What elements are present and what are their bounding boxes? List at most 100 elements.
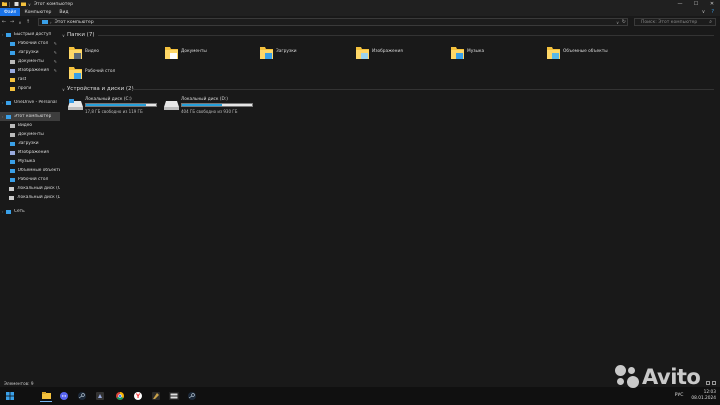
folder-tile[interactable]: Видео (68, 44, 148, 64)
drive-free-space: 17,8 ГБ свободно из 119 ГБ (85, 109, 143, 114)
windows-logo-icon (6, 392, 14, 400)
collapse-chevron-icon[interactable]: ∨ (62, 87, 65, 92)
sidebar-item[interactable]: Рабочий стол ✎ (0, 39, 60, 48)
up-icon[interactable]: ↑ (24, 18, 32, 26)
taskbar-diy[interactable] (168, 390, 180, 402)
drive-free-space: 404 ГБ свободно из 930 ГБ (181, 109, 238, 114)
sidebar-item[interactable]: › Сеть (0, 207, 60, 216)
folder-tile[interactable]: Изображения (355, 44, 435, 64)
sidebar-item[interactable]: Изображения ✎ (0, 66, 60, 75)
sidebar-item[interactable]: Видео (0, 121, 60, 130)
taskbar-discord[interactable] (58, 390, 70, 402)
taskbar-steam[interactable] (76, 390, 88, 402)
video-icon (10, 123, 15, 128)
address-bar[interactable]: › Этот компьютер ∨ ↻ (38, 18, 628, 26)
folder-label: Документы (181, 49, 207, 54)
refresh-icon[interactable]: ↻ (622, 19, 626, 25)
quick-access-toolbar-chevron-icon[interactable]: ∨ (28, 2, 31, 7)
sidebar-item-label: Документы (18, 132, 44, 137)
desktop-icon (10, 177, 15, 182)
status-bar: Элементов: 9 (0, 380, 720, 387)
sidebar-item[interactable]: Музыка (0, 157, 60, 166)
hard-drive-icon (68, 99, 83, 110)
sidebar-item[interactable]: Загрузки ✎ (0, 48, 60, 57)
drive-tile[interactable]: Локальный диск (D:) 404 ГБ свободно из 93… (164, 97, 256, 115)
diy-app-icon (169, 392, 179, 400)
breadcrumb-chevron-icon[interactable]: › (50, 20, 52, 25)
start-button[interactable] (4, 390, 16, 402)
sidebar-item[interactable]: Изображения (0, 148, 60, 157)
folder-tile[interactable]: Музыка (450, 44, 530, 64)
folder-tile[interactable]: Загрузки (259, 44, 339, 64)
minimize-button[interactable]: — (672, 0, 688, 8)
forward-icon[interactable]: → (8, 18, 16, 26)
tab-view[interactable]: Вид (55, 8, 72, 16)
new-folder-icon[interactable] (21, 2, 26, 6)
downloads-folder-icon (260, 47, 273, 59)
sidebar-item[interactable]: › Этот компьютер (0, 112, 60, 121)
folder-label: Изображения (372, 49, 403, 54)
sidebar-item[interactable]: проги (0, 84, 60, 93)
sidebar-item[interactable]: Документы ✎ (0, 57, 60, 66)
taskbar-steam-2[interactable] (186, 390, 198, 402)
folder-label: Загрузки (276, 49, 297, 54)
drives-group-header[interactable]: ∨ Устройства и диски (2) (62, 86, 134, 92)
recent-locations-icon[interactable]: ∨ (16, 18, 24, 26)
sidebar-item[interactable]: Локальный диск (D:) (0, 193, 60, 202)
properties-icon[interactable] (14, 2, 19, 6)
maximize-button[interactable]: ☐ (688, 0, 704, 8)
avito-watermark-text: Avito (642, 365, 701, 389)
sidebar-item[interactable]: rast (0, 75, 60, 84)
taskbar-chrome[interactable] (114, 390, 126, 402)
sidebar-item[interactable]: Рабочий стол (0, 175, 60, 184)
taskbar-yandex[interactable]: Y (132, 390, 144, 402)
taskbar-explorer[interactable] (40, 390, 52, 402)
drive-usage-fill (182, 104, 222, 106)
drive-icon (9, 186, 15, 191)
video-folder-icon (69, 47, 82, 59)
3d-objects-icon (9, 168, 15, 173)
sidebar-item[interactable]: Объемные объекты (0, 166, 60, 175)
clock[interactable]: 12:03 08.01.2024 (691, 390, 716, 401)
title-bar: ∨ Этот компьютер — ☐ ✕ (0, 0, 720, 8)
sidebar-item[interactable]: › Быстрый доступ (0, 30, 60, 39)
folder-tile[interactable]: Объемные объекты (546, 44, 626, 64)
sidebar-item-label: Рабочий стол (18, 177, 49, 182)
search-input[interactable]: Поиск: Этот компьютер ⌕ (634, 18, 716, 26)
sidebar-item[interactable]: Загрузки (0, 139, 60, 148)
star-icon (6, 32, 11, 37)
tab-computer[interactable]: Компьютер (20, 8, 55, 16)
download-icon (10, 50, 15, 55)
drive-icon (9, 195, 15, 200)
sidebar-item-label: Локальный диск (C:) (17, 186, 60, 191)
drive-tile[interactable]: Локальный диск (C:) 17,8 ГБ свободно из 1… (68, 97, 160, 115)
folder-label: Объемные объекты (563, 49, 608, 54)
close-button[interactable]: ✕ (704, 0, 720, 8)
folders-group-header[interactable]: ∨ Папки (7) (62, 32, 94, 38)
tab-file[interactable]: Файл (0, 8, 21, 16)
folder-tile[interactable]: Рабочий стол (68, 64, 148, 84)
explorer-icon[interactable] (2, 2, 7, 6)
avito-logo-icon (614, 364, 640, 390)
large-icons-view-icon[interactable] (712, 381, 716, 385)
details-view-icon[interactable] (706, 381, 710, 385)
back-icon[interactable]: ← (0, 18, 8, 26)
help-icon[interactable]: ? (711, 9, 714, 15)
address-path: Этот компьютер (54, 19, 94, 25)
hard-drive-icon (164, 101, 179, 110)
taskbar-game[interactable] (150, 390, 162, 402)
music-folder-icon (451, 47, 464, 59)
language-indicator[interactable]: РУС (675, 393, 684, 398)
expand-ribbon-icon[interactable]: ∨ (702, 9, 706, 15)
sidebar-item[interactable]: Документы (0, 130, 60, 139)
sidebar-item[interactable]: › OneDrive - Personal (0, 98, 60, 107)
chrome-icon (116, 392, 124, 400)
folder-label: Музыка (467, 49, 485, 54)
ribbon-right-controls: ∨ ? (702, 9, 714, 15)
network-icon (6, 209, 11, 214)
folder-tile[interactable]: Документы (164, 44, 244, 64)
collapse-chevron-icon[interactable]: ∨ (62, 33, 65, 38)
sidebar-item[interactable]: Локальный диск (C:) (0, 184, 60, 193)
address-dropdown-icon[interactable]: ∨ (616, 20, 619, 25)
taskbar-app[interactable] (94, 390, 106, 402)
